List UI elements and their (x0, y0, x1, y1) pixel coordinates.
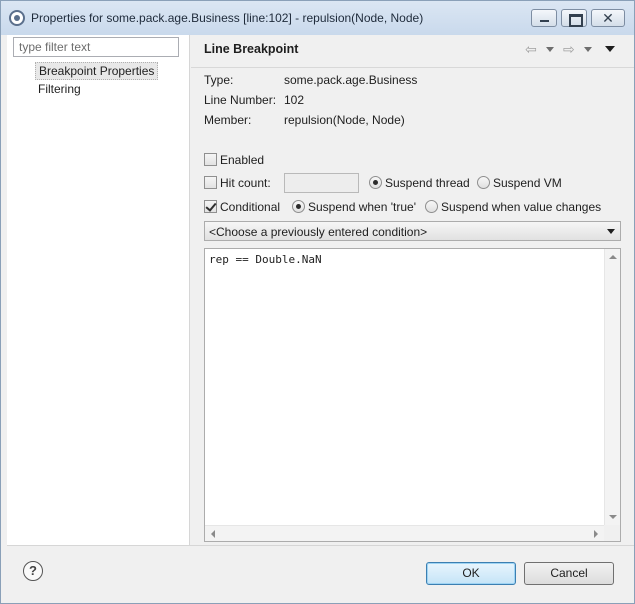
type-label: Type: (204, 73, 234, 87)
suspend-vm-label: Suspend VM (493, 176, 562, 190)
page-navigation: ⇦ ⇨ (525, 41, 617, 57)
horizontal-scrollbar[interactable] (205, 525, 604, 541)
scroll-down-arrow-icon[interactable] (609, 515, 617, 519)
enabled-checkbox[interactable] (204, 153, 217, 166)
member-value: repulsion(Node, Node) (284, 113, 405, 127)
vertical-scrollbar[interactable] (604, 249, 620, 525)
close-icon: ✕ (602, 10, 614, 26)
suspend-when-true-radio[interactable] (292, 200, 305, 213)
property-page: Line Breakpoint ⇦ ⇨ Type: some.pack.age.… (191, 35, 634, 545)
forward-history-dropdown-icon[interactable] (584, 47, 592, 52)
tree-item-filtering[interactable]: Filtering (35, 80, 84, 98)
scroll-up-arrow-icon[interactable] (609, 255, 617, 259)
back-history-dropdown-icon[interactable] (546, 47, 554, 52)
view-menu-icon[interactable] (605, 46, 615, 52)
conditional-label: Conditional (220, 200, 281, 214)
minimize-button[interactable] (531, 9, 557, 27)
footer-divider (7, 545, 634, 546)
window-title: Properties for some.pack.age.Business [l… (31, 11, 424, 25)
filter-input[interactable] (13, 37, 179, 57)
type-value: some.pack.age.Business (284, 73, 418, 87)
line-number-label: Line Number: (204, 93, 277, 107)
member-label: Member: (204, 113, 252, 127)
back-arrow-icon[interactable]: ⇦ (525, 41, 537, 57)
condition-expression[interactable]: rep == Double.NaN (209, 253, 322, 266)
scroll-right-arrow-icon[interactable] (594, 530, 598, 538)
suspend-when-true-label: Suspend when 'true' (308, 200, 416, 214)
close-button[interactable]: ✕ (591, 9, 625, 27)
hit-count-label: Hit count: (220, 176, 271, 190)
forward-arrow-icon[interactable]: ⇨ (563, 41, 575, 57)
eclipse-app-icon (9, 10, 25, 26)
header-divider (191, 67, 634, 68)
title-bar[interactable]: Properties for some.pack.age.Business [l… (1, 1, 634, 35)
hit-count-checkbox[interactable] (204, 176, 217, 189)
properties-dialog: Properties for some.pack.age.Business [l… (0, 0, 635, 604)
scrollbar-corner (604, 525, 620, 541)
suspend-when-changes-radio[interactable] (425, 200, 438, 213)
scroll-left-arrow-icon[interactable] (211, 530, 215, 538)
condition-history-text: <Choose a previously entered condition> (209, 225, 428, 239)
suspend-thread-radio[interactable] (369, 176, 382, 189)
hit-count-input[interactable] (284, 173, 359, 193)
maximize-button[interactable] (561, 9, 587, 27)
condition-history-combo[interactable]: <Choose a previously entered condition> (204, 221, 621, 241)
suspend-vm-radio[interactable] (477, 176, 490, 189)
tree-item-breakpoint-properties[interactable]: Breakpoint Properties (35, 62, 159, 80)
conditional-checkbox[interactable] (204, 200, 217, 213)
chevron-down-icon (607, 229, 615, 234)
help-icon[interactable]: ? (23, 561, 43, 581)
line-number-value: 102 (284, 93, 305, 107)
ok-button[interactable]: OK (426, 562, 516, 585)
cancel-button[interactable]: Cancel (524, 562, 614, 585)
page-title: Line Breakpoint (204, 42, 299, 56)
condition-editor[interactable]: rep == Double.NaN (204, 248, 621, 542)
suspend-when-changes-label: Suspend when value changes (441, 200, 602, 214)
property-page-tree: Breakpoint Properties Filtering (7, 35, 190, 545)
suspend-thread-label: Suspend thread (385, 176, 470, 190)
enabled-label: Enabled (220, 153, 265, 167)
